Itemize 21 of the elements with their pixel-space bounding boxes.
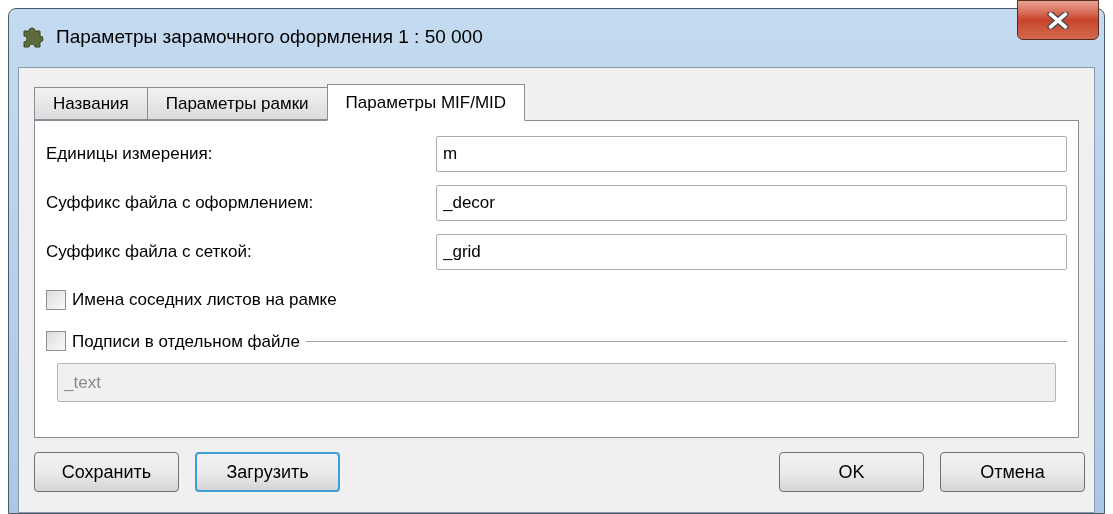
checkbox[interactable] [46, 331, 66, 352]
window-title: Параметры зарамочного оформления 1 : 50 000 [56, 25, 483, 49]
text-field[interactable]: m [436, 136, 1067, 172]
dialog-button[interactable]: Сохранить [34, 452, 179, 492]
puzzle-icon [20, 25, 46, 49]
tab[interactable]: Параметры рамки [146, 87, 328, 120]
checkbox[interactable] [46, 289, 66, 310]
close-button[interactable] [1017, 0, 1099, 40]
close-icon [1047, 11, 1069, 29]
checkbox-label: Подписи в отдельном файле [72, 330, 300, 353]
text-field[interactable]: _decor [436, 185, 1067, 221]
dialog-button[interactable]: Отмена [940, 452, 1085, 492]
tab[interactable]: Названия [34, 87, 148, 120]
dialog-button[interactable]: OK [779, 452, 924, 492]
dialog-button[interactable]: Загрузить [195, 452, 340, 492]
checkbox-label: Имена соседних листов на рамке [72, 289, 337, 311]
field-label: Суффикс файла с оформлением: [46, 192, 315, 215]
field-label: Единицы измерения: [46, 143, 214, 166]
tab[interactable]: Параметры MIF/MID [326, 84, 526, 121]
text-field[interactable]: _grid [436, 234, 1067, 270]
field-label: Суффикс файла с сеткой: [46, 241, 253, 264]
